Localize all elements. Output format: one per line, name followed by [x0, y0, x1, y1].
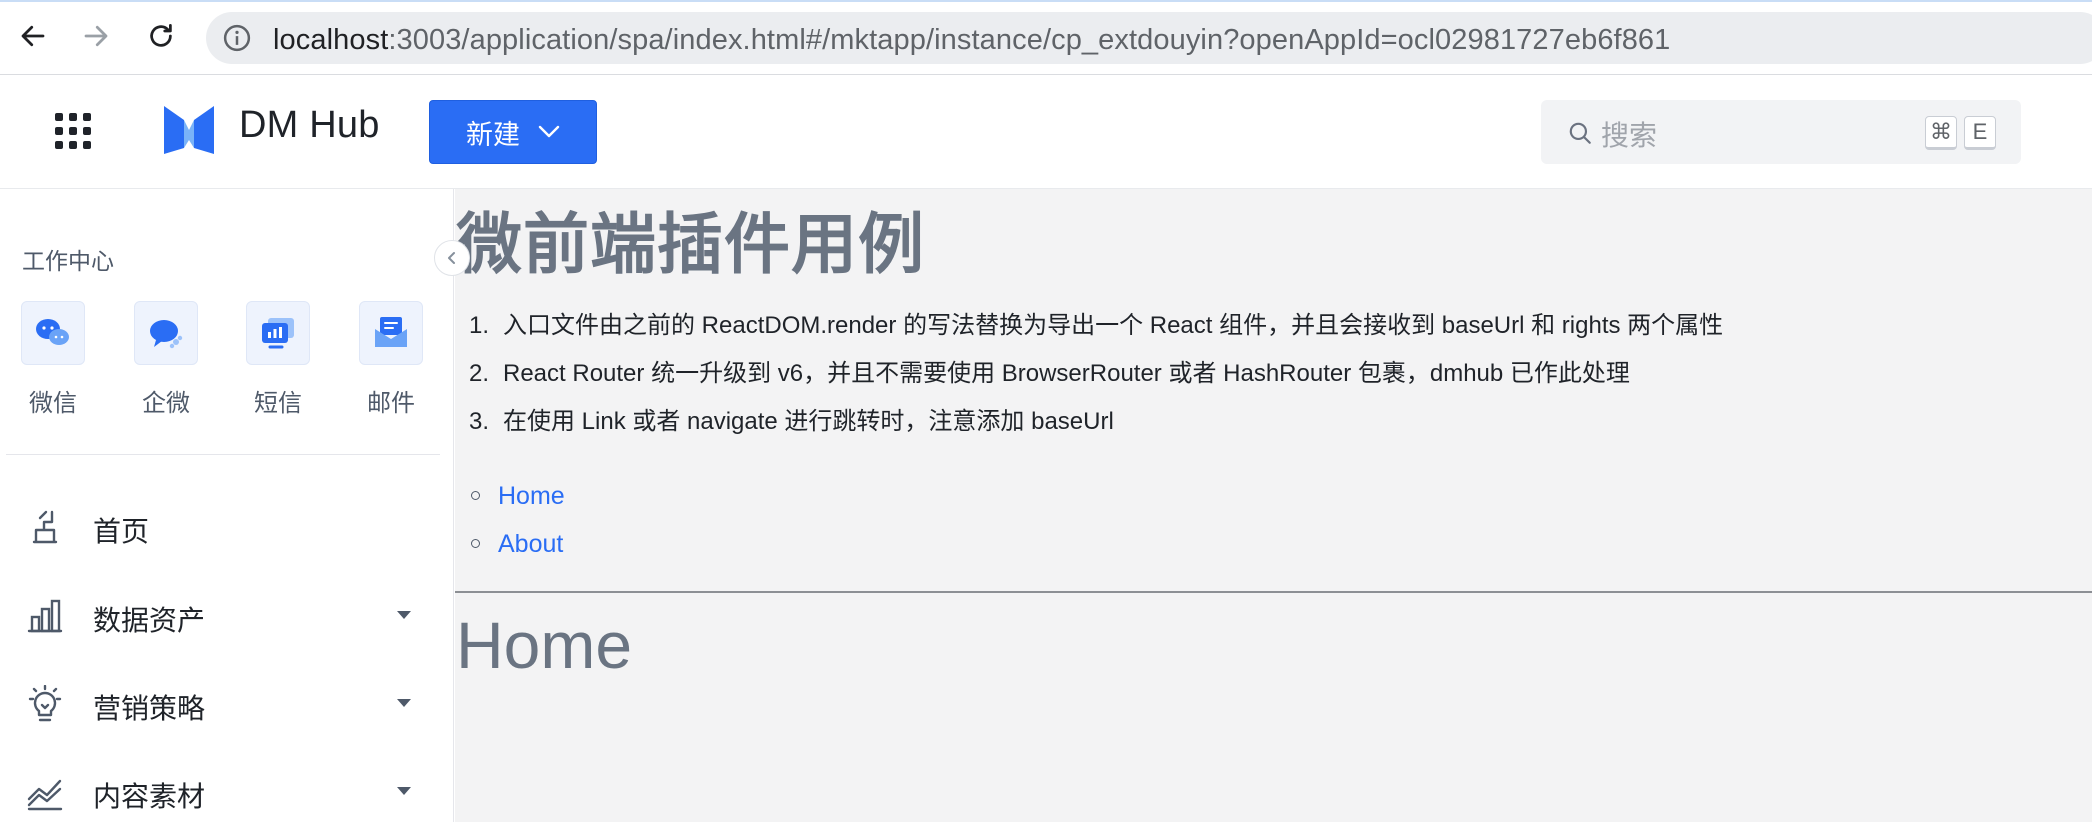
mail-icon — [375, 317, 407, 347]
nav-link-item: About — [471, 529, 565, 577]
arrow-left-icon — [21, 25, 45, 47]
list-text: 入口文件由之前的 ReactDOM.render 的写法替换为导出一个 Reac… — [503, 312, 1724, 339]
chevron-left-icon — [448, 252, 455, 264]
channel-wecom[interactable]: 企微 — [134, 301, 198, 418]
channel-mail[interactable]: 邮件 — [359, 301, 423, 418]
reload-icon — [150, 24, 172, 47]
caret-down-icon — [397, 611, 411, 619]
search-placeholder: 搜索 — [1601, 120, 1658, 151]
shortcut-key-cmd: ⌘ — [1925, 116, 1957, 150]
wechat-icon — [36, 319, 69, 345]
site-info-icon[interactable] — [222, 23, 252, 53]
list-number: 2. — [469, 360, 490, 387]
sidebar-collapse-button[interactable] — [434, 240, 470, 276]
list-item: 3. 在使用 Link 或者 navigate 进行跳转时，注意添加 baseUr… — [469, 407, 1723, 455]
forward-button[interactable] — [74, 14, 118, 58]
sidebar-item-label: 数据资产 — [93, 605, 206, 636]
home-link[interactable]: Home — [498, 482, 565, 510]
sidebar-item-label: 内容素材 — [93, 781, 206, 812]
sidebar-item-content-assets[interactable]: 内容素材 — [0, 757, 454, 823]
url-path: :3003/application/spa/index.html#/mktapp… — [388, 24, 1671, 56]
browser-top-accent — [0, 0, 2092, 2]
workspace-section-title: 工作中心 — [22, 248, 114, 274]
global-search-input[interactable]: 搜索 ⌘ E — [1541, 100, 2021, 164]
channel-label: 微信 — [29, 390, 77, 417]
wecom-icon — [150, 320, 183, 349]
channel-label: 短信 — [254, 390, 302, 417]
channel-wechat[interactable]: 微信 — [21, 301, 85, 418]
list-item: 2. React Router 统一升级到 v6，并且不需要使用 BrowserR… — [469, 359, 1723, 407]
about-link[interactable]: About — [498, 530, 563, 558]
channel-tile — [134, 301, 198, 365]
bullet-icon — [471, 490, 480, 500]
main-content: 微前端插件用例 1. 入口文件由之前的 ReactDOM.render 的写法替换… — [455, 189, 2092, 822]
horizontal-rule — [455, 591, 2092, 593]
channel-tile — [21, 301, 85, 365]
address-bar[interactable]: localhost:3003/application/spa/index.htm… — [206, 12, 2092, 64]
sidebar-item-home[interactable]: 首页 — [0, 492, 454, 558]
back-button[interactable] — [11, 14, 55, 58]
bullet-icon — [471, 538, 480, 548]
list-text: 在使用 Link 或者 navigate 进行跳转时，注意添加 baseUrl — [503, 408, 1114, 435]
line-chart-icon — [27, 779, 63, 811]
new-button-label: 新建 — [466, 119, 520, 150]
sidebar-divider — [6, 454, 440, 455]
bar-chart-icon — [27, 599, 63, 633]
sidebar: 工作中心 微信 企微 短信 邮件 首页 数据资产 营销策略 内容素材 — [0, 189, 454, 822]
shortcut-key-e: E — [1964, 116, 1996, 150]
channel-sms[interactable]: 短信 — [246, 301, 310, 418]
brand-name: DM Hub — [239, 104, 380, 146]
url-host: localhost — [273, 24, 389, 56]
list-item: 1. 入口文件由之前的 ReactDOM.render 的写法替换为导出一个 Re… — [469, 311, 1723, 359]
list-number: 3. — [469, 408, 490, 435]
channel-label: 企微 — [142, 390, 190, 417]
browser-toolbar: localhost:3003/application/spa/index.htm… — [0, 0, 2092, 75]
caret-down-icon — [397, 699, 411, 707]
list-number: 1. — [469, 312, 490, 339]
list-text: React Router 统一升级到 v6，并且不需要使用 BrowserRou… — [503, 360, 1630, 387]
nav-link-item: Home — [471, 481, 565, 529]
app-grid-icon[interactable] — [55, 113, 91, 149]
reload-button[interactable] — [139, 14, 183, 58]
nav-links: Home About — [471, 481, 565, 577]
home-icon — [32, 510, 58, 544]
lightbulb-icon — [28, 685, 62, 722]
instructions-list: 1. 入口文件由之前的 ReactDOM.render 的写法替换为导出一个 Re… — [469, 311, 1723, 455]
caret-down-icon — [397, 787, 411, 795]
search-icon — [1569, 122, 1591, 144]
sidebar-item-label: 营销策略 — [93, 693, 206, 724]
route-heading: Home — [456, 608, 633, 682]
app-header: DM Hub 新建 搜索 ⌘ E — [0, 76, 2092, 189]
channel-tile — [359, 301, 423, 365]
sidebar-item-data-assets[interactable]: 数据资产 — [0, 581, 454, 647]
arrow-right-icon — [84, 25, 108, 47]
chevron-down-icon — [538, 125, 560, 138]
page-title: 微前端插件用例 — [456, 207, 925, 281]
sms-icon — [262, 318, 294, 349]
sidebar-item-marketing-strategy[interactable]: 营销策略 — [0, 669, 454, 735]
channel-tile — [246, 301, 310, 365]
channel-label: 邮件 — [367, 390, 415, 417]
dmhub-logo-icon — [164, 106, 214, 154]
sidebar-item-label: 首页 — [93, 516, 150, 547]
new-button[interactable]: 新建 — [429, 100, 597, 164]
url-text[interactable]: localhost:3003/application/spa/index.htm… — [273, 24, 1670, 57]
